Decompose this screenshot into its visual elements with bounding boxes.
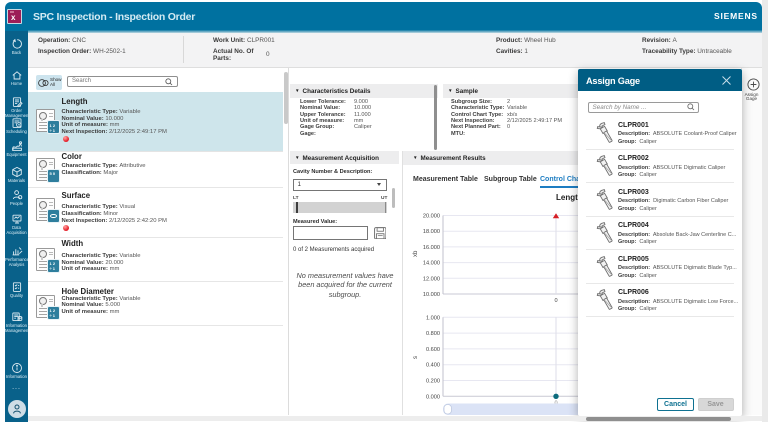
- svg-text:16.000: 16.000: [423, 245, 440, 251]
- svg-text:20.000: 20.000: [423, 214, 440, 220]
- svg-text:0.400: 0.400: [426, 363, 440, 369]
- svg-text:1.000: 1.000: [426, 315, 440, 321]
- svg-text:10.000: 10.000: [423, 292, 440, 298]
- svg-text:14.000: 14.000: [423, 261, 440, 267]
- svg-text:0.600: 0.600: [426, 347, 440, 353]
- svg-text:s: s: [413, 356, 419, 359]
- svg-text:18.000: 18.000: [423, 229, 440, 235]
- svg-text:xb: xb: [413, 250, 419, 257]
- svg-text:0.800: 0.800: [426, 331, 440, 337]
- svg-text:12.000: 12.000: [423, 276, 440, 282]
- svg-text:0.000: 0.000: [426, 394, 440, 400]
- svg-text:0: 0: [554, 298, 557, 304]
- svg-text:0.200: 0.200: [426, 379, 440, 385]
